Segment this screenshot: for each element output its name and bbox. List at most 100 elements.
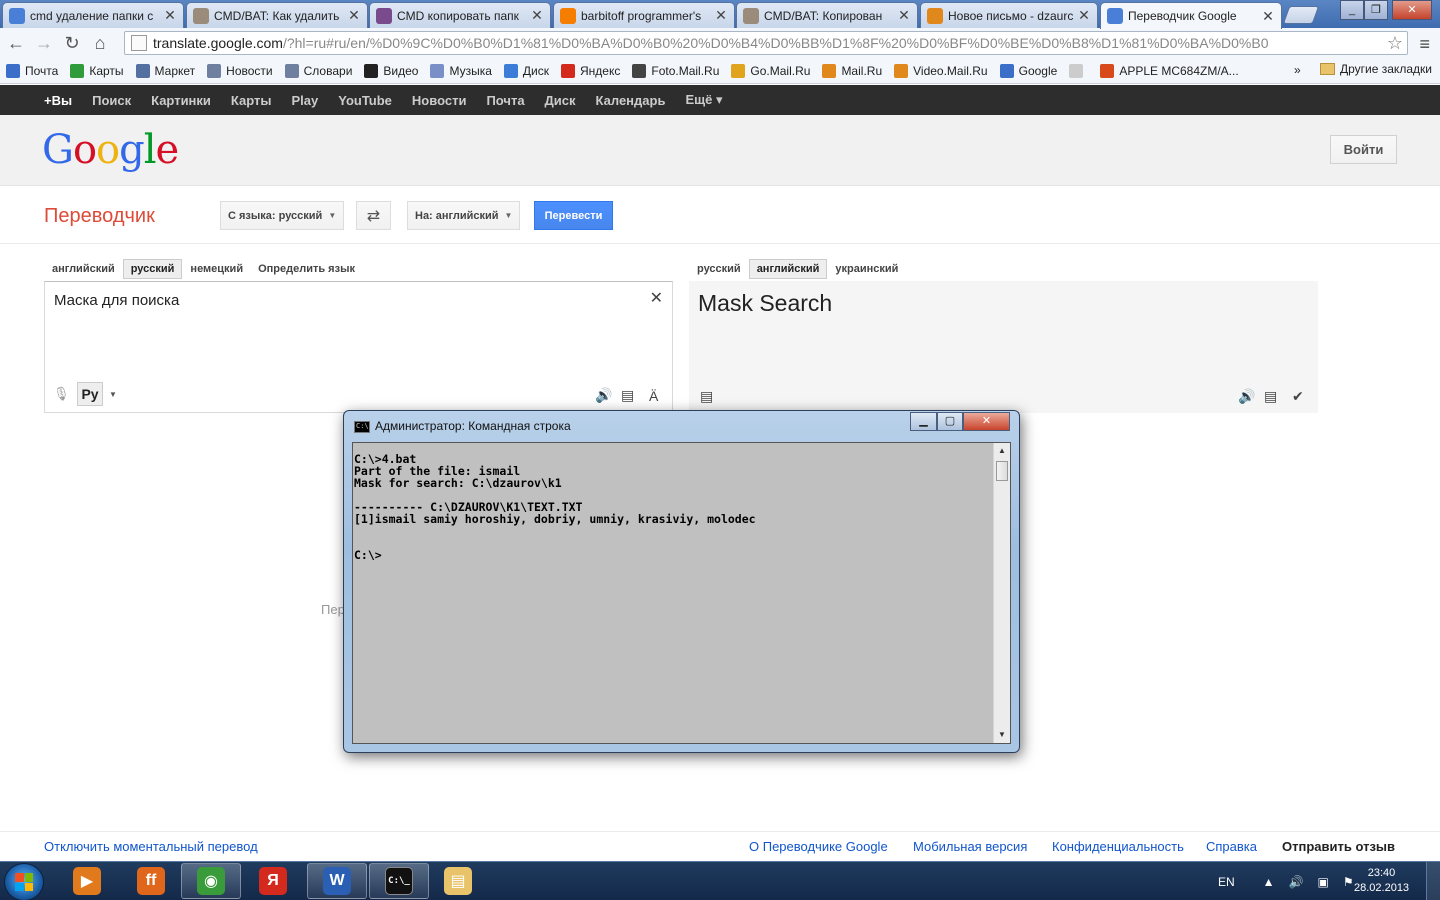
transliteration-icon[interactable]: ▤ (1264, 388, 1277, 405)
source-language-dropdown[interactable]: С языка: русский ▼ (220, 201, 345, 230)
bookmark-item[interactable]: Яндекс (561, 63, 620, 78)
command-prompt-window[interactable]: C:\ Администратор: Командная строка ▁ ▢ … (343, 410, 1020, 753)
scroll-up-icon[interactable]: ▲ (994, 443, 1010, 459)
bookmark-item[interactable]: Video.Mail.Ru (894, 63, 988, 78)
cmd-maximize-button[interactable]: ▢ (937, 412, 963, 431)
gbar-item[interactable]: Календарь (596, 93, 666, 108)
address-bar[interactable]: translate.google.com/?hl=ru#ru/en/%D0%9C… (124, 31, 1408, 55)
close-tab-icon[interactable]: ✕ (530, 7, 544, 24)
gbar-item[interactable]: Диск (545, 93, 576, 108)
action-center-icon[interactable]: ⚑ (1343, 875, 1354, 889)
clear-text-icon[interactable]: ✕ (650, 288, 663, 308)
window-minimize-button[interactable]: _ (1340, 0, 1364, 20)
source-text[interactable]: Маска для поиска (54, 292, 179, 309)
close-tab-icon[interactable]: ✕ (897, 7, 911, 24)
gbar-item[interactable]: Почта (486, 93, 524, 108)
bookmark-item[interactable]: Видео (364, 63, 418, 78)
instant-translation-off-link[interactable]: Отключить моментальный перевод (44, 839, 258, 854)
browser-tab[interactable]: CMD/BAT: Как удалить ✕ (186, 2, 368, 28)
transliteration-icon[interactable]: ▤ (621, 387, 634, 404)
browser-tab[interactable]: cmd удаление папки с ✕ (2, 2, 184, 28)
network-icon[interactable]: ▣ (1318, 875, 1329, 889)
source-text-box[interactable]: Маска для поиска ✕ 🎙 Ру ▼ 🔊 ▤ Ä (44, 281, 673, 413)
mobile-version-link[interactable]: Мобильная версия (913, 839, 1027, 854)
browser-tab[interactable]: CMD/BAT: Копирован ✕ (736, 2, 918, 28)
sign-in-button[interactable]: Войти (1330, 135, 1397, 164)
close-tab-icon[interactable]: ✕ (163, 7, 177, 24)
gbar-item[interactable]: YouTube (338, 93, 392, 108)
cmd-console-area[interactable]: C:\>4.bat Part of the file: ismail Mask fo… (352, 442, 1011, 744)
forward-icon[interactable]: → (32, 31, 56, 55)
show-hidden-icons-icon[interactable]: ▲ (1263, 875, 1275, 889)
bookmark-item[interactable]: Google (999, 63, 1057, 78)
reload-icon[interactable]: ↻ (60, 31, 84, 55)
microphone-icon[interactable]: 🎙 (53, 386, 70, 402)
close-tab-icon[interactable]: ✕ (1077, 7, 1091, 24)
input-tools-button[interactable]: Ру (77, 382, 103, 406)
browser-tab[interactable]: barbitoff programmer's ✕ (553, 2, 735, 28)
window-restore-button[interactable]: ❐ (1364, 0, 1388, 20)
bookmark-item[interactable]: Словари (284, 63, 352, 78)
taskbar-app-button[interactable]: ff (121, 863, 181, 899)
start-button[interactable] (4, 863, 44, 900)
gbar-item[interactable]: Поиск (92, 93, 131, 108)
bookmarks-overflow-button[interactable]: » (1294, 63, 1301, 77)
bookmark-item[interactable]: Диск (503, 63, 549, 78)
show-desktop-button[interactable] (1426, 862, 1440, 900)
language-tab[interactable]: английский (45, 260, 122, 278)
browser-tab[interactable]: Новое письмо - dzaurc ✕ (920, 2, 1098, 28)
google-logo[interactable]: Google (42, 127, 179, 173)
taskbar-app-button[interactable]: ▤ (428, 863, 488, 899)
cmd-close-button[interactable]: ✕ (963, 412, 1010, 431)
taskbar-app-button[interactable]: ▶ (57, 863, 117, 899)
target-language-dropdown[interactable]: На: английский ▼ (407, 201, 521, 230)
gbar-item[interactable]: Новости (412, 93, 467, 108)
scroll-down-icon[interactable]: ▼ (994, 727, 1010, 743)
about-link[interactable]: О Переводчике Google (749, 839, 888, 854)
speaker-icon[interactable]: 🔊 (1238, 388, 1255, 405)
close-tab-icon[interactable]: ✕ (1261, 8, 1275, 25)
bookmark-item[interactable]: Музыка (430, 63, 492, 78)
bookmark-item[interactable]: Почта (6, 63, 58, 78)
cmd-minimize-button[interactable]: ▁ (910, 412, 937, 431)
bookmark-item[interactable]: Новости (207, 63, 273, 78)
browser-tab[interactable]: CMD копировать папк ✕ (369, 2, 551, 28)
cmd-scrollbar[interactable]: ▲ ▼ (993, 443, 1010, 743)
help-link[interactable]: Справка (1206, 839, 1257, 854)
language-tab[interactable]: английский (748, 259, 828, 279)
language-tab[interactable]: русский (122, 259, 183, 279)
close-tab-icon[interactable]: ✕ (714, 7, 728, 24)
checkmark-icon[interactable]: ✔ (1292, 388, 1304, 405)
speaker-icon[interactable]: 🔊 (595, 387, 612, 404)
chevron-down-icon[interactable]: ▼ (109, 390, 117, 399)
menu-icon[interactable]: ≡ (1419, 34, 1430, 55)
gbar-item[interactable]: Play (291, 93, 318, 108)
browser-tab[interactable]: Переводчик Google ✕ (1100, 2, 1282, 29)
send-feedback-link[interactable]: Отправить отзыв (1282, 839, 1395, 854)
other-bookmarks-folder[interactable]: Другие закладки (1320, 62, 1432, 76)
bookmark-item[interactable]: APPLE MC684ZM/A... (1100, 63, 1239, 78)
clock[interactable]: 23:40 28.02.2013 (1354, 866, 1409, 896)
home-icon[interactable]: ⌂ (88, 31, 112, 55)
gbar-item[interactable]: Ещё ▾ (685, 92, 722, 108)
taskbar-app-button[interactable]: Я (243, 863, 303, 899)
language-tab[interactable]: русский (690, 260, 748, 278)
language-tab[interactable]: немецкий (183, 260, 250, 278)
bookmark-item[interactable]: Mail.Ru (822, 63, 882, 78)
taskbar-app-button[interactable]: C:\_ (369, 863, 429, 899)
bookmark-item[interactable]: Foto.Mail.Ru (632, 63, 719, 78)
swap-languages-button[interactable]: ⇄ (356, 201, 391, 230)
privacy-link[interactable]: Конфиденциальность (1052, 839, 1184, 854)
new-tab-button[interactable] (1282, 6, 1320, 24)
bookmark-star-icon[interactable]: ☆ (1387, 33, 1403, 54)
taskbar-app-button[interactable]: ◉ (181, 863, 241, 899)
result-text[interactable]: Mask Search (698, 290, 832, 317)
language-tab[interactable]: Определить язык (251, 260, 362, 278)
gbar-item[interactable]: Картинки (151, 93, 211, 108)
close-tab-icon[interactable]: ✕ (347, 7, 361, 24)
volume-icon[interactable]: 🔊 (1289, 875, 1304, 889)
translate-button[interactable]: Перевести (534, 201, 613, 230)
gbar-item[interactable]: +Вы (44, 93, 72, 108)
window-close-button[interactable]: ✕ (1392, 0, 1432, 20)
language-tab[interactable]: украинский (828, 260, 905, 278)
